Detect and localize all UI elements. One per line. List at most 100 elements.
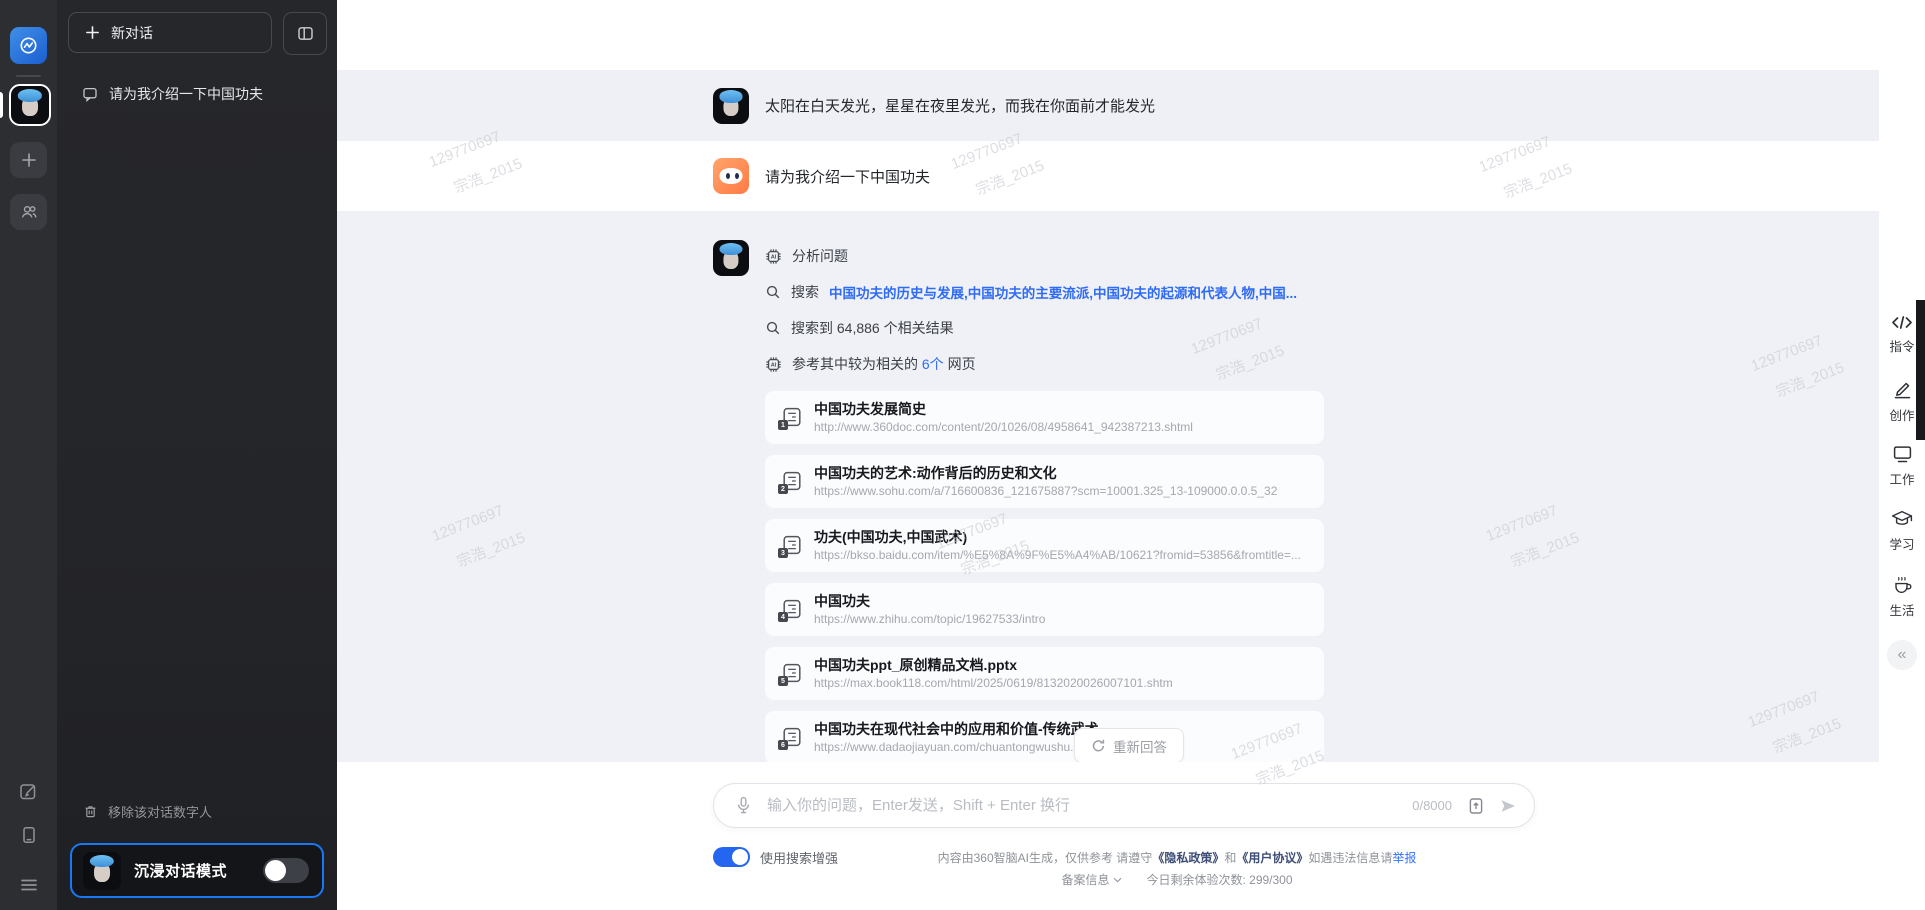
tab-label: 生活 — [1879, 600, 1925, 619]
double-chevron-left-icon: « — [1898, 646, 1907, 664]
result-url: https://www.dadaojiayuan.com/chuantongwu… — [814, 740, 1080, 754]
app-logo[interactable] — [10, 27, 47, 64]
reference-line: AI 参考其中较为相关的 6个 网页 — [765, 355, 1865, 373]
user-avatar — [713, 88, 749, 124]
web-result-card[interactable]: 4 中国功夫 https://www.zhihu.com/topic/19627… — [765, 583, 1324, 636]
regenerate-label: 重新回答 — [1113, 736, 1167, 756]
selected-indicator — [0, 92, 3, 118]
scrollbar-thumb[interactable] — [1916, 300, 1925, 440]
feedback-button[interactable] — [18, 781, 39, 802]
tab-life[interactable]: 生活 — [1879, 574, 1925, 619]
document-icon: 2 — [781, 470, 803, 492]
web-result-card[interactable]: 6 中国功夫在现代社会中的应用和价值-传统武术 https://www.dada… — [765, 711, 1324, 762]
refresh-icon — [1091, 738, 1106, 753]
immersive-avatar — [83, 852, 121, 890]
monitor-icon — [1879, 444, 1925, 464]
coffee-icon — [1879, 574, 1925, 595]
people-icon — [19, 202, 39, 222]
privacy-policy-link[interactable]: 《隐私政策》 — [1152, 851, 1224, 865]
send-icon[interactable] — [1499, 797, 1517, 815]
ai-response-row: AI 分析问题 搜索 中国功夫的历史与发展,中国功夫的主要流派,中国功夫的起源和… — [337, 211, 1879, 762]
search-query-links[interactable]: 中国功夫的历史与发展,中国功夫的主要流派,中国功夫的起源和代表人物,中国... — [829, 282, 1297, 302]
plus-icon — [85, 25, 100, 40]
right-rail: 指令 创作 工作 学习 生活 « — [1879, 0, 1925, 910]
beian-dropdown[interactable]: 备案信息 — [1061, 873, 1122, 887]
phone-icon — [19, 825, 39, 845]
result-title: 中国功夫 — [814, 591, 870, 611]
ai-avatar — [713, 240, 749, 276]
result-number-badge: 2 — [778, 484, 788, 494]
reference-count-link[interactable]: 6个 — [922, 356, 944, 372]
collapse-sidebar-button[interactable] — [283, 12, 327, 55]
search-icon — [765, 320, 781, 336]
tab-label: 工作 — [1879, 469, 1925, 488]
new-chat-button[interactable]: 新对话 — [68, 12, 272, 53]
remove-digital-human-button[interactable]: 移除该对话数字人 — [69, 799, 327, 823]
user-message-row: 太阳在白天发光，星星在夜里发光，而我在你面前才能发光 — [337, 70, 1879, 141]
result-url: https://bkso.baidu.com/item/%E5%8A%9F%E5… — [814, 548, 1301, 562]
search-enhance-toggle[interactable] — [713, 847, 750, 867]
immersive-mode-card[interactable]: 沉浸对话模式 — [70, 843, 324, 898]
web-result-card[interactable]: 5 中国功夫ppt_原创精品文档.pptx https://max.book11… — [765, 647, 1324, 700]
regenerate-button[interactable]: 重新回答 — [1074, 728, 1184, 762]
web-result-card[interactable]: 2 中国功夫的艺术:动作背后的历史和文化 https://www.sohu.co… — [765, 455, 1324, 508]
bot-message-text: 请为我介绍一下中国功夫 — [765, 166, 930, 187]
result-title: 中国功夫的艺术:动作背后的历史和文化 — [814, 463, 1057, 483]
result-title: 中国功夫发展简史 — [814, 399, 926, 419]
svg-text:AI: AI — [771, 254, 777, 260]
search-enhance-row: 使用搜索增强 — [713, 847, 838, 867]
result-title: 功夫(中国功夫,中国武术) — [814, 527, 967, 547]
compose-icon — [18, 781, 39, 802]
document-icon: 6 — [781, 726, 803, 748]
document-icon: 4 — [781, 598, 803, 620]
history-item[interactable]: 请为我介绍一下中国功夫 — [69, 80, 327, 108]
menu-button[interactable] — [18, 874, 39, 895]
new-chat-label: 新对话 — [111, 23, 153, 43]
search-results-line: 搜索到 64,886 个相关结果 — [765, 319, 1865, 337]
composer-bar: 0/8000 — [713, 783, 1535, 828]
user-agreement-link[interactable]: 《用户协议》 — [1236, 851, 1308, 865]
svg-text:AI: AI — [771, 362, 777, 368]
web-result-card[interactable]: 1 中国功夫发展简史 http://www.360doc.com/content… — [765, 391, 1324, 444]
result-title: 中国功夫在现代社会中的应用和价值-传统武术 — [814, 719, 1099, 739]
digital-human-avatar-button[interactable] — [9, 84, 51, 126]
result-url: https://www.zhihu.com/topic/19627533/int… — [814, 612, 1045, 626]
microphone-icon[interactable] — [735, 796, 752, 815]
add-digital-human-button[interactable] — [10, 142, 47, 178]
tab-work[interactable]: 工作 — [1879, 444, 1925, 488]
tab-label: 学习 — [1879, 534, 1925, 553]
mobile-app-button[interactable] — [18, 824, 39, 845]
search-query-line: 搜索 中国功夫的历史与发展,中国功夫的主要流派,中国功夫的起源和代表人物,中国.… — [765, 283, 1865, 301]
result-url: https://www.sohu.com/a/716600836_1216758… — [814, 484, 1277, 498]
hamburger-icon — [19, 875, 39, 895]
upload-file-icon[interactable] — [1467, 797, 1485, 815]
conversation-sidebar: 新对话 请为我介绍一下中国功夫 移除该对话数字人 沉浸对话模式 — [57, 0, 337, 910]
collapse-rail-button[interactable]: « — [1887, 640, 1917, 670]
rail-divider — [16, 75, 41, 77]
result-title: 中国功夫ppt_原创精品文档.pptx — [814, 655, 1017, 675]
bot-avatar — [713, 158, 749, 194]
document-icon: 5 — [781, 662, 803, 684]
web-result-card[interactable]: 3 功夫(中国功夫,中国武术) https://bkso.baidu.com/i… — [765, 519, 1324, 572]
search-label: 搜索 — [791, 282, 819, 302]
tab-study[interactable]: 学习 — [1879, 509, 1925, 553]
analysis-step-label: 分析问题 — [792, 246, 848, 266]
chat-main: 太阳在白天发光，星星在夜里发光，而我在你面前才能发光 请为我介绍一下中国功夫 A… — [337, 0, 1925, 910]
columns-icon — [297, 25, 314, 42]
remove-label: 移除该对话数字人 — [108, 802, 212, 821]
immersive-mode-toggle[interactable] — [263, 858, 309, 883]
footer-notice: 内容由360智脑AI生成，仅供参考 请遵守《隐私政策》和《用户协议》如遇违法信息… — [897, 851, 1457, 887]
ai-chip-icon: AI — [765, 356, 782, 373]
digital-human-gallery-button[interactable] — [10, 194, 47, 230]
result-number-badge: 3 — [778, 548, 788, 558]
trash-icon — [83, 804, 98, 819]
immersive-label: 沉浸对话模式 — [134, 860, 227, 881]
reference-prefix: 参考其中较为相关的 — [792, 356, 922, 372]
quota-text: 今日剩余体验次数: 299/300 — [1146, 873, 1292, 887]
notice-text: 如遇违法信息请 — [1308, 851, 1392, 865]
document-icon: 3 — [781, 534, 803, 556]
user-message-text: 太阳在白天发光，星星在夜里发光，而我在你面前才能发光 — [765, 95, 1155, 116]
notice-text: 内容由360智脑AI生成，仅供参考 请遵守 — [938, 851, 1153, 865]
message-input[interactable] — [765, 796, 1412, 815]
report-link[interactable]: 举报 — [1392, 851, 1416, 865]
